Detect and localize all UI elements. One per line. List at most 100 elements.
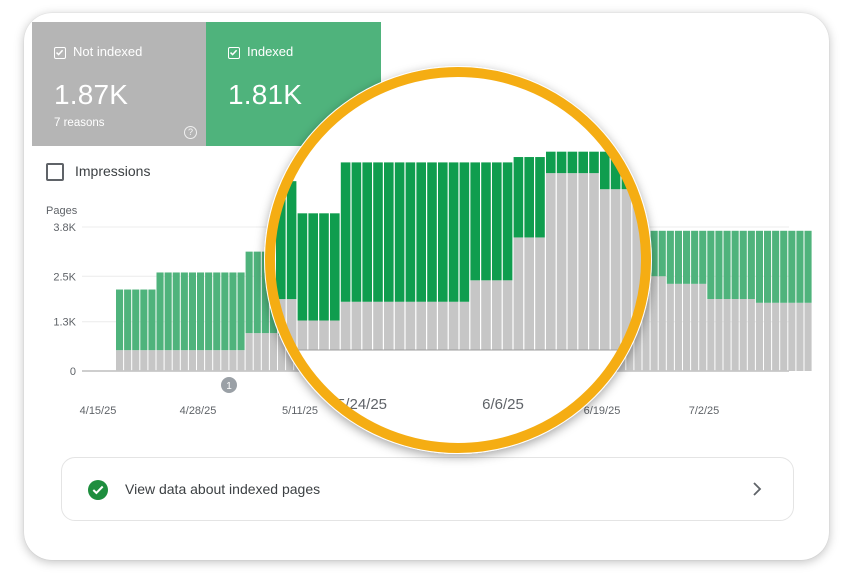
bar-not-indexed <box>488 291 496 371</box>
bar-indexed <box>666 230 674 284</box>
view-indexed-pages-label: View data about indexed pages <box>125 481 321 497</box>
bar-not-indexed <box>464 321 472 371</box>
bar-not-indexed <box>691 283 699 371</box>
bar-not-indexed <box>294 335 302 371</box>
y-tick-label: 2.5K <box>53 271 76 283</box>
bar-not-indexed <box>197 350 205 371</box>
bar-indexed <box>512 230 520 246</box>
bar-not-indexed <box>585 257 593 371</box>
bar-indexed <box>229 272 237 351</box>
bar-not-indexed <box>359 336 367 371</box>
check-circle-icon <box>88 480 108 500</box>
bar-indexed <box>788 230 796 303</box>
bar-indexed <box>286 251 294 335</box>
bar-not-indexed <box>213 350 221 371</box>
bar-not-indexed <box>188 350 196 371</box>
chevron-right-icon[interactable] <box>750 481 764 497</box>
bar-not-indexed <box>286 335 294 371</box>
bar-indexed <box>691 230 699 284</box>
bar-not-indexed <box>529 245 537 371</box>
bar-not-indexed <box>553 257 561 371</box>
bar-not-indexed <box>739 299 747 371</box>
y-axis-title: Pages <box>46 205 78 217</box>
bar-not-indexed <box>245 333 253 371</box>
view-indexed-pages-row[interactable]: View data about indexed pages <box>61 457 794 521</box>
annotation-label: 1 <box>226 381 232 392</box>
bar-not-indexed <box>391 336 399 371</box>
bar-not-indexed <box>415 336 423 371</box>
bar-indexed <box>415 238 423 337</box>
bar-indexed <box>642 230 650 273</box>
bar-indexed <box>545 230 553 258</box>
bar-indexed <box>399 238 407 337</box>
bar-indexed <box>197 272 205 351</box>
bar-not-indexed <box>132 350 140 371</box>
bar-not-indexed <box>116 350 124 371</box>
bar-indexed <box>391 238 399 337</box>
bar-indexed <box>172 272 180 351</box>
bar-not-indexed <box>318 350 326 371</box>
bar-not-indexed <box>764 302 772 371</box>
bar-indexed <box>472 234 480 292</box>
bar-not-indexed <box>593 261 601 371</box>
bar-indexed <box>294 251 302 335</box>
bar-indexed <box>610 230 618 262</box>
bar-not-indexed <box>537 257 545 371</box>
bar-not-indexed <box>448 321 456 371</box>
bar-indexed <box>116 289 124 351</box>
bar-not-indexed <box>707 299 715 371</box>
bar-not-indexed <box>269 333 277 371</box>
bar-not-indexed <box>180 350 188 371</box>
bar-not-indexed <box>747 299 755 371</box>
bar-indexed <box>302 251 310 335</box>
bar-indexed <box>674 230 682 284</box>
bar-not-indexed <box>172 350 180 371</box>
bar-indexed <box>796 230 804 303</box>
bar-not-indexed <box>237 350 245 371</box>
bar-indexed <box>715 230 723 299</box>
bar-not-indexed <box>521 245 529 371</box>
bar-indexed <box>618 230 626 262</box>
bar-indexed <box>804 230 812 303</box>
bar-indexed <box>585 230 593 258</box>
bar-indexed <box>269 251 277 334</box>
bar-indexed <box>180 272 188 351</box>
x-tick-label: 4/15/25 <box>80 405 117 417</box>
bar-indexed <box>521 230 529 246</box>
bar-not-indexed <box>577 257 585 371</box>
bar-indexed <box>375 238 383 337</box>
bar-not-indexed <box>229 350 237 371</box>
bar-not-indexed <box>310 350 318 371</box>
bar-indexed <box>431 238 439 337</box>
bar-not-indexed <box>278 335 286 371</box>
bar-not-indexed <box>699 283 707 371</box>
bar-not-indexed <box>140 350 148 371</box>
bar-indexed <box>658 230 666 277</box>
bar-not-indexed <box>650 276 658 371</box>
bar-indexed <box>602 230 610 262</box>
bar-indexed <box>488 234 496 292</box>
bar-not-indexed <box>261 333 269 371</box>
coverage-card: Not indexed 1.87K 7 reasons ? Indexed 1.… <box>24 13 829 560</box>
bar-indexed <box>723 230 731 299</box>
bar-not-indexed <box>496 245 504 371</box>
bar-indexed <box>504 230 512 246</box>
bar-not-indexed <box>674 283 682 371</box>
pages-chart: Pages 0 1.3K 2.5K 3.8K 4/15/25 4/28/25 5/11/25 6… <box>46 205 812 417</box>
bar-not-indexed <box>666 283 674 371</box>
bar-indexed <box>440 238 448 322</box>
bar-indexed <box>683 230 691 284</box>
bar-not-indexed <box>399 336 407 371</box>
bar-not-indexed <box>148 350 156 371</box>
bar-not-indexed <box>407 336 415 371</box>
bar-indexed <box>318 274 326 351</box>
bar-not-indexed <box>253 333 261 371</box>
bar-indexed <box>561 230 569 258</box>
bar-indexed <box>253 251 261 334</box>
bar-indexed <box>747 230 755 299</box>
bar-indexed <box>350 238 358 337</box>
bar-not-indexed <box>367 336 375 371</box>
bar-indexed <box>132 289 140 351</box>
bar-not-indexed <box>602 261 610 371</box>
bar-not-indexed <box>375 336 383 371</box>
